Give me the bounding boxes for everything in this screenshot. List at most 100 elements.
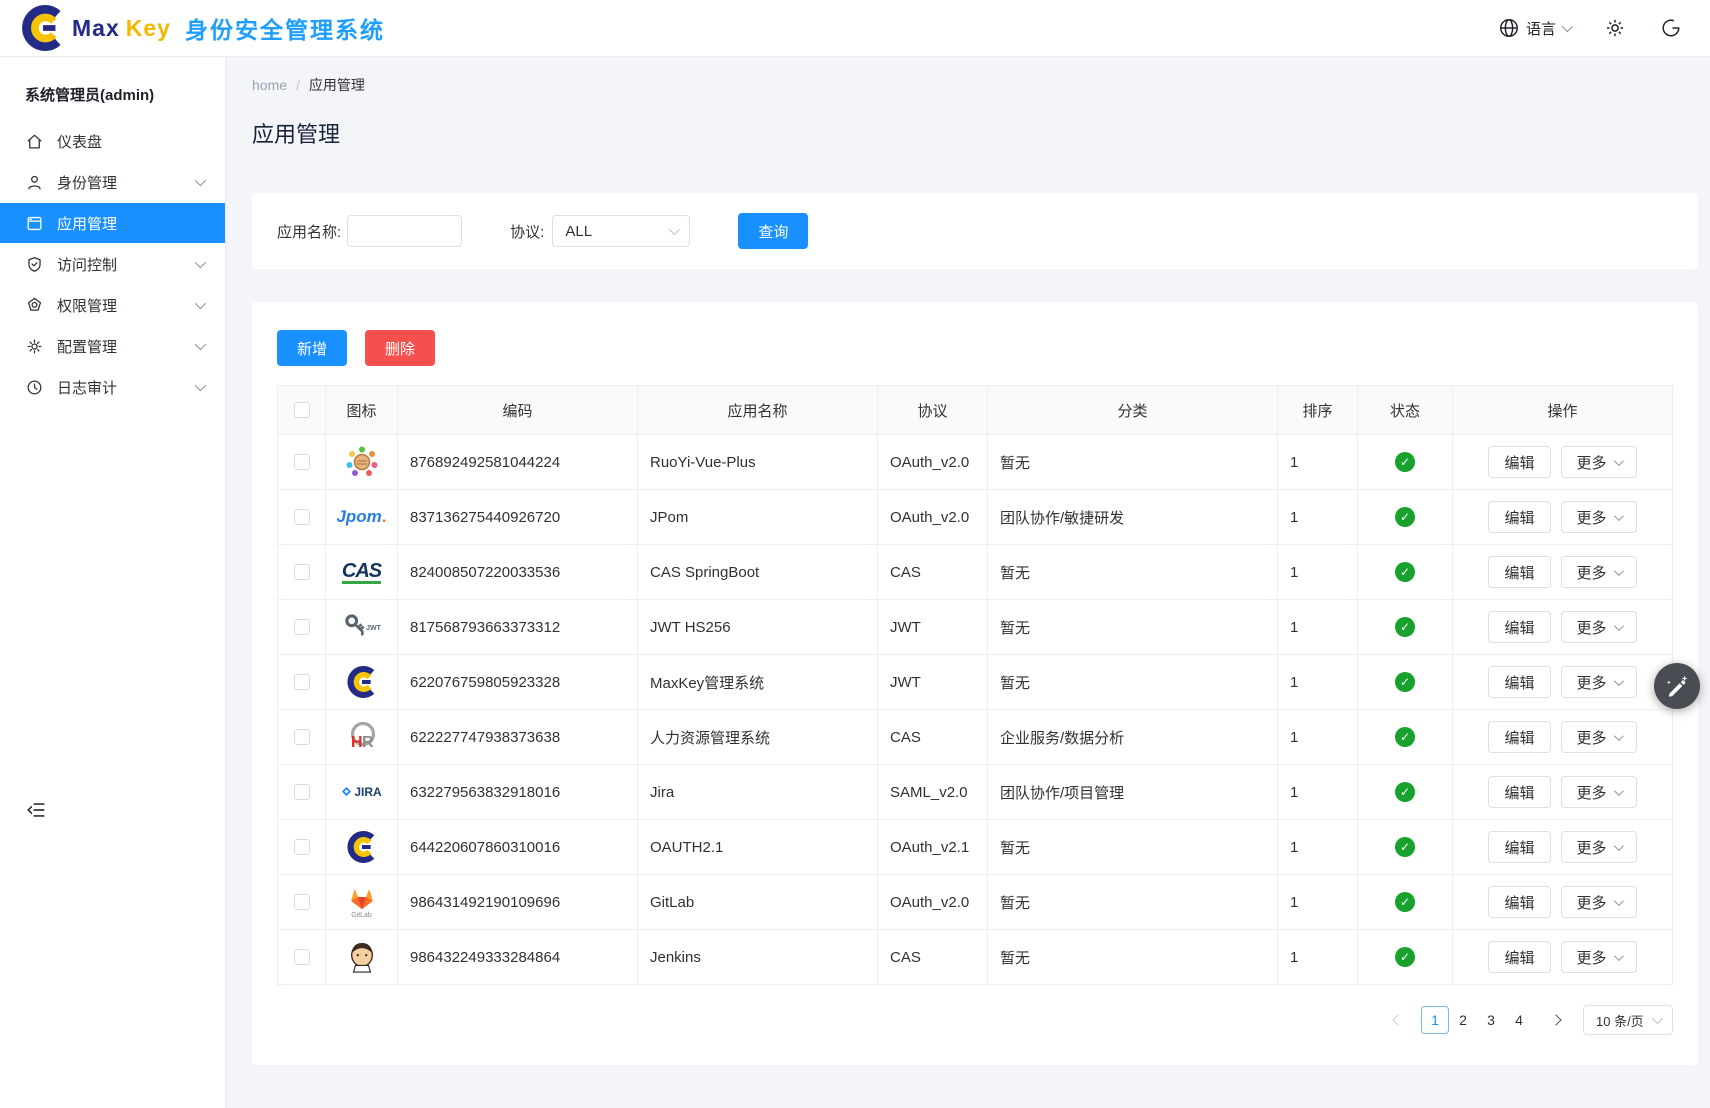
page-title: 应用管理 [252,117,1698,149]
delete-button[interactable]: 删除 [365,330,435,366]
row-checkbox[interactable] [294,839,310,855]
page-size-value: 10 条/页 [1596,1011,1644,1030]
sidebar-collapse-button[interactable] [25,799,47,821]
page-size-select[interactable]: 10 条/页 [1583,1005,1673,1035]
svg-text:H: H [351,734,363,751]
edit-button[interactable]: 编辑 [1488,556,1550,588]
home-icon [25,132,44,151]
edit-button[interactable]: 编辑 [1488,666,1550,698]
sidebar-item-audit[interactable]: 日志审计 [0,367,225,407]
edit-button[interactable]: 编辑 [1488,776,1550,808]
app-code: 817568793663373312 [398,600,638,655]
sidebar-item-access[interactable]: 访问控制 [0,244,225,284]
more-button[interactable]: 更多 [1561,831,1637,863]
breadcrumb-home-link[interactable]: home [252,77,287,93]
row-checkbox[interactable] [294,509,310,525]
page-buttons: 1234 [1421,1006,1533,1034]
chevron-down-icon [1613,511,1623,521]
row-checkbox[interactable] [294,894,310,910]
logout-power-icon[interactable] [1660,17,1682,39]
app-name: JPom [638,490,878,545]
language-menu[interactable]: 语言 [1498,17,1570,39]
sidebar-item-label: 配置管理 [57,336,117,357]
row-checkbox[interactable] [294,729,310,745]
more-button[interactable]: 更多 [1561,941,1637,973]
edit-button[interactable]: 编辑 [1488,831,1550,863]
sidebar: 系统管理员(admin) 仪表盘身份管理应用管理访问控制权限管理配置管理日志审计 [0,57,226,1108]
more-button[interactable]: 更多 [1561,611,1637,643]
app-protocol: OAuth_v2.0 [878,490,988,545]
brand-text-key: Key [126,15,171,42]
page-button-1[interactable]: 1 [1421,1006,1449,1034]
table-row: CAS824008507220033536CAS SpringBootCAS暂无… [278,545,1672,600]
app-name: Jira [638,765,878,820]
row-checkbox[interactable] [294,454,310,470]
sidebar-item-config[interactable]: 配置管理 [0,326,225,366]
more-button[interactable]: 更多 [1561,501,1637,533]
sidebar-item-dashboard[interactable]: 仪表盘 [0,121,225,161]
edit-button[interactable]: 编辑 [1488,721,1550,753]
app-name: OAUTH2.1 [638,820,878,875]
app-protocol: OAuth_v2.1 [878,820,988,875]
column-header: 排序 [1278,386,1358,435]
pen-sparkle-icon [1664,673,1690,699]
row-checkbox[interactable] [294,674,310,690]
breadcrumb: home / 应用管理 [252,75,1698,95]
protocol-select[interactable]: ALL [552,215,690,247]
more-button[interactable]: 更多 [1561,721,1637,753]
page-button-3[interactable]: 3 [1477,1006,1505,1034]
edit-button[interactable]: 编辑 [1488,446,1550,478]
app-category: 团队协作/项目管理 [988,765,1278,820]
edit-button[interactable]: 编辑 [1488,886,1550,918]
app-code: 837136275440926720 [398,490,638,545]
app-icon-maxkey [345,828,379,866]
status-enabled-icon: ✓ [1395,617,1415,637]
app-icon-jenkins [345,938,379,976]
row-checkbox[interactable] [294,619,310,635]
row-checkbox[interactable] [294,784,310,800]
prev-page-button[interactable] [1385,1006,1411,1034]
app-name: MaxKey管理系统 [638,655,878,710]
table-row: HR622227747938373638人力资源管理系统CAS企业服务/数据分析… [278,710,1672,765]
app-name-input[interactable] [347,215,462,247]
app-category: 暂无 [988,820,1278,875]
row-checkbox[interactable] [294,949,310,965]
edit-button[interactable]: 编辑 [1488,611,1550,643]
edit-button[interactable]: 编辑 [1488,501,1550,533]
svg-text:R: R [362,734,374,751]
globe-icon [1498,17,1520,39]
sidebar-item-apps[interactable]: 应用管理 [0,203,225,243]
app-protocol: JWT [878,655,988,710]
edit-button[interactable]: 编辑 [1488,941,1550,973]
add-button[interactable]: 新增 [277,330,347,366]
more-button[interactable]: 更多 [1561,666,1637,698]
chevron-down-icon [1613,786,1623,796]
app-sort: 1 [1278,930,1358,985]
app-code: 876892492581044224 [398,435,638,490]
more-button[interactable]: 更多 [1561,446,1637,478]
app-name: Jenkins [638,930,878,985]
chevron-down-icon [195,339,206,350]
page-button-4[interactable]: 4 [1505,1006,1533,1034]
app-sort: 1 [1278,600,1358,655]
sidebar-item-permission[interactable]: 权限管理 [0,285,225,325]
more-button[interactable]: 更多 [1561,886,1637,918]
page-button-2[interactable]: 2 [1449,1006,1477,1034]
sidebar-item-identity[interactable]: 身份管理 [0,162,225,202]
table-row: JIRA632279563832918016JiraSAML_v2.0团队协作/… [278,765,1672,820]
more-button[interactable]: 更多 [1561,776,1637,808]
app-protocol: JWT [878,600,988,655]
select-all-checkbox[interactable] [294,402,310,418]
next-page-button[interactable] [1543,1006,1569,1034]
settings-gear-icon[interactable] [1604,17,1626,39]
column-header: 图标 [326,386,398,435]
app-sort: 1 [1278,545,1358,600]
table-header-row: 图标编码应用名称协议分类排序状态操作 [278,386,1672,435]
row-checkbox[interactable] [294,564,310,580]
chevron-down-icon [1613,621,1623,631]
screenshot-tool-button[interactable] [1654,663,1700,709]
column-header: 编码 [398,386,638,435]
status-enabled-icon: ✓ [1395,507,1415,527]
more-button[interactable]: 更多 [1561,556,1637,588]
query-button[interactable]: 查询 [738,213,808,249]
